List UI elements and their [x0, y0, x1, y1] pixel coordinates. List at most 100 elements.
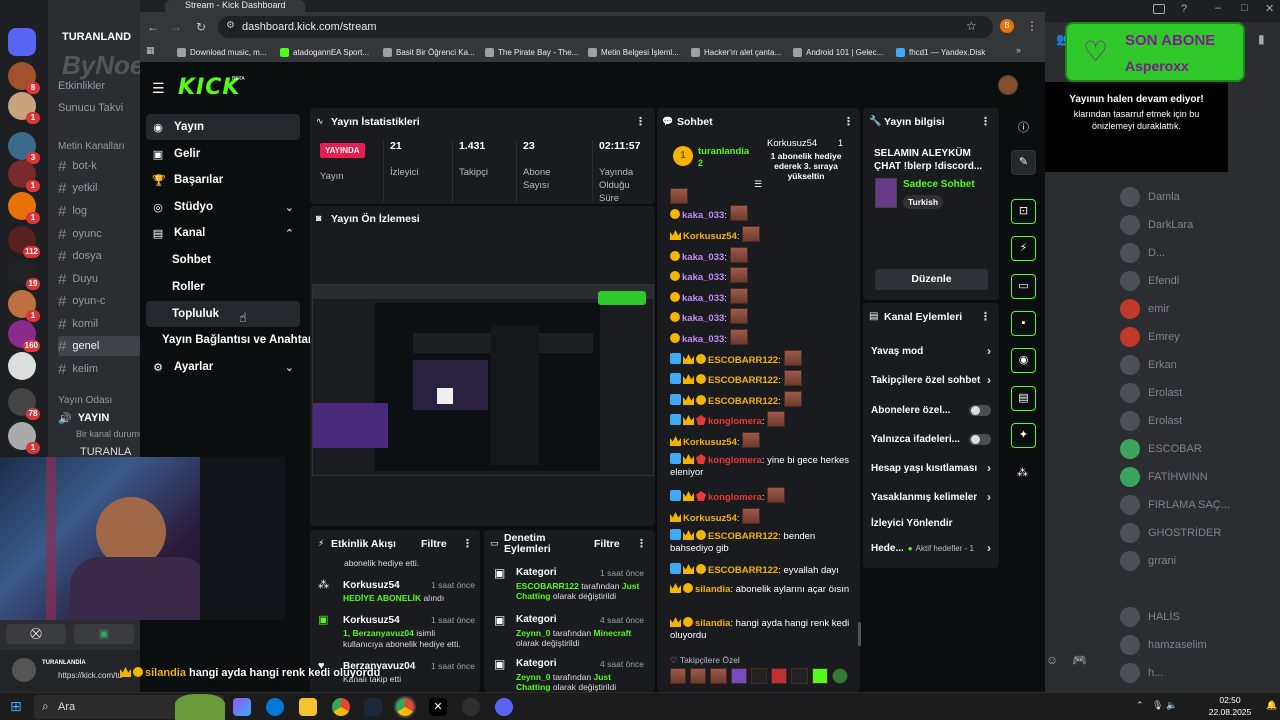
sidebar-item-roller[interactable]: Roller — [146, 274, 300, 300]
sidebar-item-yayin[interactable]: ◉ Yayın — [146, 114, 300, 140]
volume-icon[interactable]: 🔈 — [1166, 700, 1177, 711]
edge-icon[interactable] — [266, 698, 284, 716]
chat-message[interactable]: Korkusuz54: — [670, 508, 850, 525]
server-icon[interactable]: 19 — [8, 258, 40, 290]
chat-username[interactable]: Korkusuz54 — [683, 231, 737, 242]
chat-username[interactable]: Korkusuz54 — [683, 437, 737, 448]
bookmark-item[interactable]: The Pirate Bay - The... — [485, 46, 578, 58]
gift-leader-user[interactable]: Korkusuz54 — [767, 138, 817, 149]
sidebar-item-topluluk[interactable]: Topluluk — [146, 301, 300, 327]
kebab-menu-icon[interactable]: ⋮ — [462, 537, 473, 550]
activity-item[interactable]: ⁂ Korkusuz54 1 saat önce HEDİYE ABONELİK al… — [318, 580, 475, 604]
emote[interactable] — [710, 668, 727, 684]
member-item[interactable]: FATİHWINN — [1120, 466, 1208, 488]
member-item[interactable]: Erolast — [1120, 410, 1182, 432]
server-icon[interactable]: 1 — [8, 290, 40, 322]
chat-username[interactable]: konglomera — [708, 416, 762, 427]
chat-message[interactable]: kaka_033: — [670, 205, 850, 222]
chat-username[interactable]: konglomera — [708, 492, 762, 503]
redirect-viewers-action[interactable]: İzleyici Yönlendir — [871, 514, 991, 532]
site-info-icon[interactable]: ⚙ — [226, 20, 235, 31]
slow-mode-action[interactable]: Yavaş mod › — [871, 342, 991, 360]
emote[interactable] — [771, 668, 788, 684]
member-item[interactable]: hamzaselim — [1120, 634, 1207, 656]
bookmark-item[interactable]: Metin Belgesi İşleml... — [588, 46, 679, 58]
emote[interactable] — [831, 668, 848, 684]
followers-only-action[interactable]: Takipçilere özel sohbet › — [871, 371, 991, 389]
kebab-menu-icon[interactable]: ⋮ — [980, 115, 991, 128]
kebab-menu-icon[interactable]: ⋮ — [843, 115, 854, 128]
sidebar-item-ayarlar[interactable]: ⚙ Ayarlar ⌄ — [146, 354, 300, 380]
kebab-menu-icon[interactable]: ⋮ — [980, 310, 991, 323]
activity-filter-button[interactable]: Filtre — [421, 538, 447, 550]
discord-icon[interactable] — [495, 698, 513, 716]
chat-message[interactable]: konglomera: yine bi gece herkes eleniyor — [670, 453, 850, 479]
chat-message[interactable]: konglomera: — [670, 487, 850, 504]
pin-list-icon[interactable]: ☰ — [754, 179, 762, 190]
chat-username[interactable]: kaka_033 — [682, 210, 724, 221]
member-item[interactable]: D... — [1120, 242, 1165, 264]
sidebar-item-basarilar[interactable]: 🏆 Başarılar — [146, 167, 300, 193]
channel-events[interactable]: Etkinlikler — [58, 76, 105, 96]
member-item[interactable]: Damla — [1120, 186, 1180, 208]
chat-username[interactable]: silandia — [695, 584, 730, 595]
tray-arrow-icon[interactable]: ⌃ — [1136, 700, 1144, 711]
sidebar-item-sohbet[interactable]: Sohbet — [146, 247, 300, 273]
channel-item[interactable]: # oyunc — [58, 224, 102, 244]
channel-item[interactable]: # bot-k — [58, 156, 97, 176]
chat-message[interactable]: ESCOBARR122: eyvallah dayı — [670, 563, 850, 577]
pencil-icon[interactable]: ✎ — [1011, 150, 1036, 175]
chat-username[interactable]: ESCOBARR122 — [708, 531, 778, 542]
moderation-filter-button[interactable]: Filtre — [594, 538, 620, 550]
chat-message[interactable]: ESCOBARR122: benden bahsediyo gib — [670, 529, 850, 555]
back-icon[interactable]: ← — [145, 19, 161, 35]
category-name[interactable]: Sadece Sohbet — [903, 179, 975, 190]
chat-username[interactable]: kaka_033 — [682, 334, 724, 345]
hamburger-menu-icon[interactable]: ☰ — [152, 80, 165, 97]
member-item[interactable]: emir — [1120, 298, 1169, 320]
broadcast-icon[interactable]: ◉ — [1011, 348, 1036, 373]
member-item[interactable]: DarkLara — [1120, 214, 1193, 236]
channel-item[interactable]: # komil — [58, 314, 98, 334]
member-item[interactable]: ESCOBAR — [1120, 438, 1202, 460]
copilot-icon[interactable] — [233, 698, 251, 716]
sidebar-item-gelir[interactable]: ▣ Gelir — [146, 141, 300, 167]
server-icon[interactable]: 1 — [8, 160, 40, 192]
voice-category[interactable]: Yayın Odası — [58, 390, 112, 410]
server-icon[interactable]: 3 — [8, 132, 40, 164]
banned-words-action[interactable]: Yasaklanmış kelimeler › — [871, 488, 991, 506]
help-icon[interactable]: ? — [1181, 3, 1187, 15]
address-bar[interactable]: dashboard.kick.com/stream — [218, 16, 993, 38]
activity-item[interactable]: ▣ Korkusuz54 1 saat önce 1, Berzanyavuz04 i… — [318, 615, 475, 650]
moderation-item[interactable]: ▣ Kategori 4 saat önce Zeynn_0 tarafından M… — [494, 614, 644, 648]
server-icon[interactable] — [8, 352, 36, 380]
chat-message[interactable]: silandia: abonelik aylarını açar öısın — [670, 583, 850, 596]
chat-username[interactable]: kaka_033 — [682, 313, 724, 324]
member-item[interactable]: FIRLAMA SAÇ... — [1120, 494, 1230, 516]
layout-icon[interactable]: ▤ — [1011, 386, 1036, 411]
server-name[interactable]: TURANLAND — [62, 31, 131, 43]
channel-item-active[interactable]: # genel — [58, 336, 140, 356]
reload-icon[interactable]: ↻ — [193, 19, 209, 35]
emote[interactable] — [811, 668, 828, 684]
server-icon[interactable]: 1 — [8, 192, 40, 224]
moderation-item[interactable]: ▣ Kategori 1 saat önce ESCOBARR122 tarafınd… — [494, 567, 644, 601]
chat-username[interactable]: silandia — [695, 618, 730, 629]
server-icon[interactable]: 160 — [8, 320, 40, 352]
chat-message[interactable]: kaka_033: — [670, 247, 850, 264]
steam-icon[interactable] — [364, 698, 382, 716]
chat-scrollbar[interactable] — [858, 622, 861, 646]
maximize-icon[interactable]: □ — [1241, 2, 1248, 14]
notification-icon[interactable]: 🔔 — [1266, 700, 1277, 711]
emote[interactable] — [670, 668, 687, 684]
channel-item[interactable]: # kelim — [58, 359, 98, 379]
apps-icon[interactable]: ⁂ — [1017, 466, 1028, 479]
menu-icon[interactable]: ▮ — [1258, 32, 1265, 46]
screen-share-icon[interactable]: ▣ — [74, 624, 134, 644]
chat-message[interactable]: ESCOBARR122: — [670, 391, 850, 408]
browser-tab[interactable]: Stream - Kick Dashboard — [165, 0, 305, 12]
chat-username[interactable]: Korkusuz54 — [683, 513, 737, 524]
user-avatar[interactable] — [998, 75, 1018, 95]
emote[interactable] — [730, 668, 747, 684]
microphone-icon[interactable]: 🎙 — [1152, 700, 1163, 711]
